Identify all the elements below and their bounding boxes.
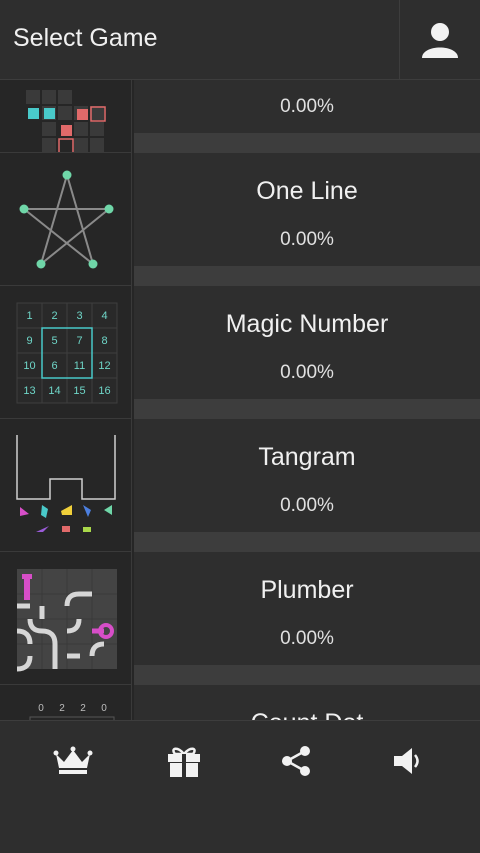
bottom-nav — [0, 720, 480, 853]
game-thumbnail — [0, 153, 132, 286]
game-name: Magic Number — [225, 310, 389, 338]
count-dot-label: 2 — [59, 703, 65, 714]
progress-bar — [134, 399, 480, 419]
progress-bar — [134, 133, 480, 153]
game-progress: 0.00% — [280, 628, 334, 649]
game-name: Tangram — [258, 443, 356, 471]
game-row[interactable]: 0.00% — [0, 80, 480, 153]
magic-cell: 2 — [51, 310, 57, 322]
game-panel[interactable]: Magic Number 0.00% — [134, 286, 480, 399]
count-dot-label: 0 — [101, 703, 107, 714]
sound-button[interactable] — [377, 743, 437, 779]
gift-button[interactable] — [154, 743, 214, 779]
gift-icon — [168, 747, 200, 777]
game-list[interactable]: 0.00% One Line 0.00% 1 2 3 4 9 5 7 8 10 … — [0, 80, 480, 720]
game-thumbnail — [0, 552, 132, 685]
magic-cell: 7 — [76, 335, 82, 347]
game-progress: 0.00% — [280, 96, 334, 117]
magic-cell: 13 — [23, 385, 35, 397]
game-panel[interactable]: Tangram 0.00% — [134, 419, 480, 532]
share-button[interactable] — [266, 743, 326, 779]
magic-cell: 1 — [26, 310, 32, 322]
game-thumbnail: 1 2 3 4 9 5 7 8 10 6 11 12 13 14 15 16 — [0, 286, 132, 419]
magic-cell: 6 — [51, 360, 57, 372]
magic-cell: 12 — [98, 360, 110, 372]
game-name: Count Dot — [134, 709, 480, 720]
user-button[interactable] — [399, 0, 480, 79]
game-name: Plumber — [260, 576, 354, 604]
game-progress: 0.00% — [280, 495, 334, 516]
crown-icon — [53, 746, 93, 774]
speaker-icon — [394, 748, 419, 774]
magic-cell: 9 — [26, 335, 32, 347]
game-row-count-dot[interactable]: 0 2 2 0 Count Dot — [0, 685, 480, 720]
game-thumbnail — [0, 80, 132, 153]
magic-cell: 11 — [74, 360, 85, 372]
user-icon — [422, 22, 458, 58]
game-thumbnail: 0 2 2 0 — [0, 685, 132, 720]
game-row-plumber[interactable]: Plumber 0.00% — [0, 552, 480, 685]
magic-cell: 15 — [73, 385, 85, 397]
game-progress: 0.00% — [280, 362, 334, 383]
share-icon — [282, 746, 310, 776]
game-panel[interactable]: 0.00% — [134, 80, 480, 133]
magic-cell: 4 — [101, 310, 107, 322]
magic-cell: 10 — [23, 360, 35, 372]
magic-cell: 16 — [98, 385, 110, 397]
header: Select Game — [0, 0, 480, 80]
game-panel[interactable]: Plumber 0.00% — [134, 552, 480, 665]
progress-bar — [134, 532, 480, 552]
game-row-one-line[interactable]: One Line 0.00% — [0, 153, 480, 286]
magic-cell: 5 — [51, 335, 57, 347]
page-title: Select Game — [13, 24, 158, 52]
game-name: One Line — [256, 177, 358, 205]
game-panel[interactable]: One Line 0.00% — [134, 153, 480, 266]
count-dot-label: 0 — [38, 703, 44, 714]
game-progress: 0.00% — [280, 229, 334, 250]
progress-bar — [134, 665, 480, 685]
magic-cell: 3 — [76, 310, 82, 322]
count-dot-label: 2 — [80, 703, 86, 714]
game-panel[interactable]: Count Dot — [134, 685, 480, 720]
game-thumbnail — [0, 419, 132, 552]
game-row-magic-number[interactable]: 1 2 3 4 9 5 7 8 10 6 11 12 13 14 15 16 M… — [0, 286, 480, 419]
progress-bar — [134, 266, 480, 286]
magic-cell: 8 — [101, 335, 107, 347]
magic-cell: 14 — [48, 385, 60, 397]
game-row-tangram[interactable]: Tangram 0.00% — [0, 419, 480, 552]
leaderboard-button[interactable] — [43, 743, 103, 779]
